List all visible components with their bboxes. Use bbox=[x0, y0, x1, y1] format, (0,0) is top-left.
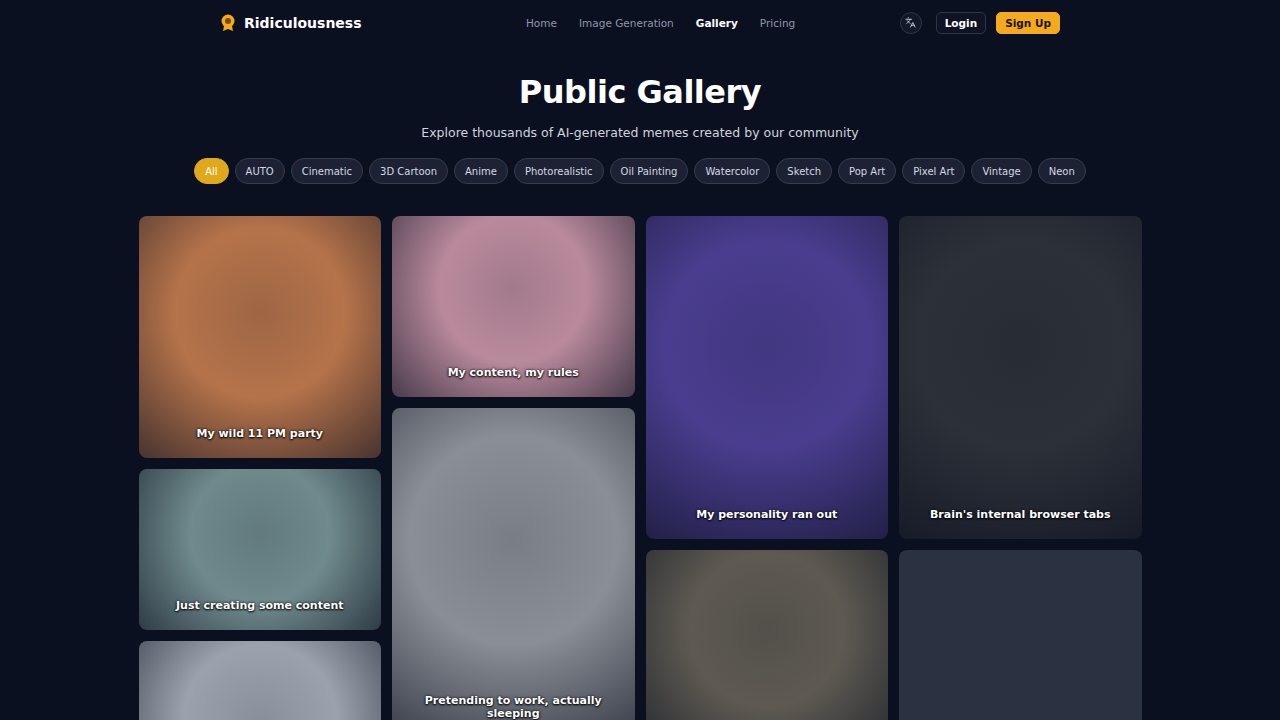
filter-chip[interactable]: Oil Painting bbox=[610, 158, 689, 184]
logo-icon bbox=[220, 14, 236, 32]
login-button[interactable]: Login bbox=[936, 12, 987, 34]
nav-link[interactable]: Image Generation bbox=[579, 17, 674, 29]
meme-card[interactable]: My wild 11 PM party bbox=[139, 216, 382, 458]
meme-card[interactable]: Just creating some content bbox=[139, 469, 382, 630]
header-actions: Login Sign Up bbox=[900, 12, 1060, 34]
meme-card[interactable] bbox=[139, 641, 382, 720]
page-subtitle: Explore thousands of AI-generated memes … bbox=[421, 125, 858, 140]
filter-chip[interactable]: Anime bbox=[454, 158, 508, 184]
loading-card bbox=[899, 550, 1142, 720]
meme-caption: My content, my rules bbox=[398, 366, 629, 379]
meme-caption: My wild 11 PM party bbox=[145, 427, 376, 440]
meme-card[interactable] bbox=[646, 550, 889, 720]
page-title: Public Gallery bbox=[519, 73, 761, 111]
filter-chip[interactable]: 3D Cartoon bbox=[369, 158, 448, 184]
nav-link[interactable]: Home bbox=[526, 17, 557, 29]
meme-card[interactable]: Pretending to work, actually sleeping bbox=[392, 408, 635, 720]
translate-icon bbox=[905, 17, 916, 28]
meme-card[interactable]: My personality ran out bbox=[646, 216, 889, 539]
gallery-column: My personality ran out bbox=[646, 216, 889, 720]
filter-chip[interactable]: Vintage bbox=[971, 158, 1031, 184]
filter-chip[interactable]: Pixel Art bbox=[902, 158, 965, 184]
brand[interactable]: Ridiculousness bbox=[220, 14, 362, 32]
filter-bar: All AUTOCinematic3D CartoonAnimePhotoreal… bbox=[194, 158, 1086, 184]
header: Ridiculousness Home Image Generation Galler… bbox=[220, 0, 1060, 45]
meme-card[interactable]: My content, my rules bbox=[392, 216, 635, 397]
filter-chip[interactable]: Neon bbox=[1038, 158, 1086, 184]
meme-caption: Pretending to work, actually sleeping bbox=[398, 694, 629, 720]
filter-chip[interactable]: All bbox=[194, 158, 228, 184]
gallery-grid: My wild 11 PM party Just creating some co… bbox=[139, 216, 1142, 720]
filter-chip[interactable]: Pop Art bbox=[838, 158, 896, 184]
meme-card[interactable]: Brain's internal browser tabs bbox=[899, 216, 1142, 539]
nav-link[interactable]: Gallery bbox=[696, 17, 738, 29]
nav: Home Image Generation Gallery Pricing bbox=[526, 17, 795, 29]
page: Ridiculousness Home Image Generation Galler… bbox=[0, 0, 1280, 720]
meme-caption: Brain's internal browser tabs bbox=[905, 508, 1136, 521]
filter-chip[interactable]: AUTO bbox=[235, 158, 285, 184]
filter-chip[interactable]: Watercolor bbox=[694, 158, 770, 184]
signup-button[interactable]: Sign Up bbox=[996, 12, 1060, 34]
filter-chip[interactable]: Photorealistic bbox=[514, 158, 604, 184]
gallery-column: My wild 11 PM party Just creating some co… bbox=[139, 216, 382, 720]
meme-caption: My personality ran out bbox=[652, 508, 883, 521]
meme-caption: Just creating some content bbox=[145, 599, 376, 612]
hero: Public Gallery Explore thousands of AI-ge… bbox=[0, 45, 1280, 184]
language-button[interactable] bbox=[900, 12, 922, 34]
gallery-column: Brain's internal browser tabs bbox=[899, 216, 1142, 720]
filter-chip[interactable]: Sketch bbox=[776, 158, 832, 184]
nav-link[interactable]: Pricing bbox=[760, 17, 795, 29]
gallery-column: My content, my rules Pretending to work, … bbox=[392, 216, 635, 720]
filter-chip[interactable]: Cinematic bbox=[291, 158, 363, 184]
